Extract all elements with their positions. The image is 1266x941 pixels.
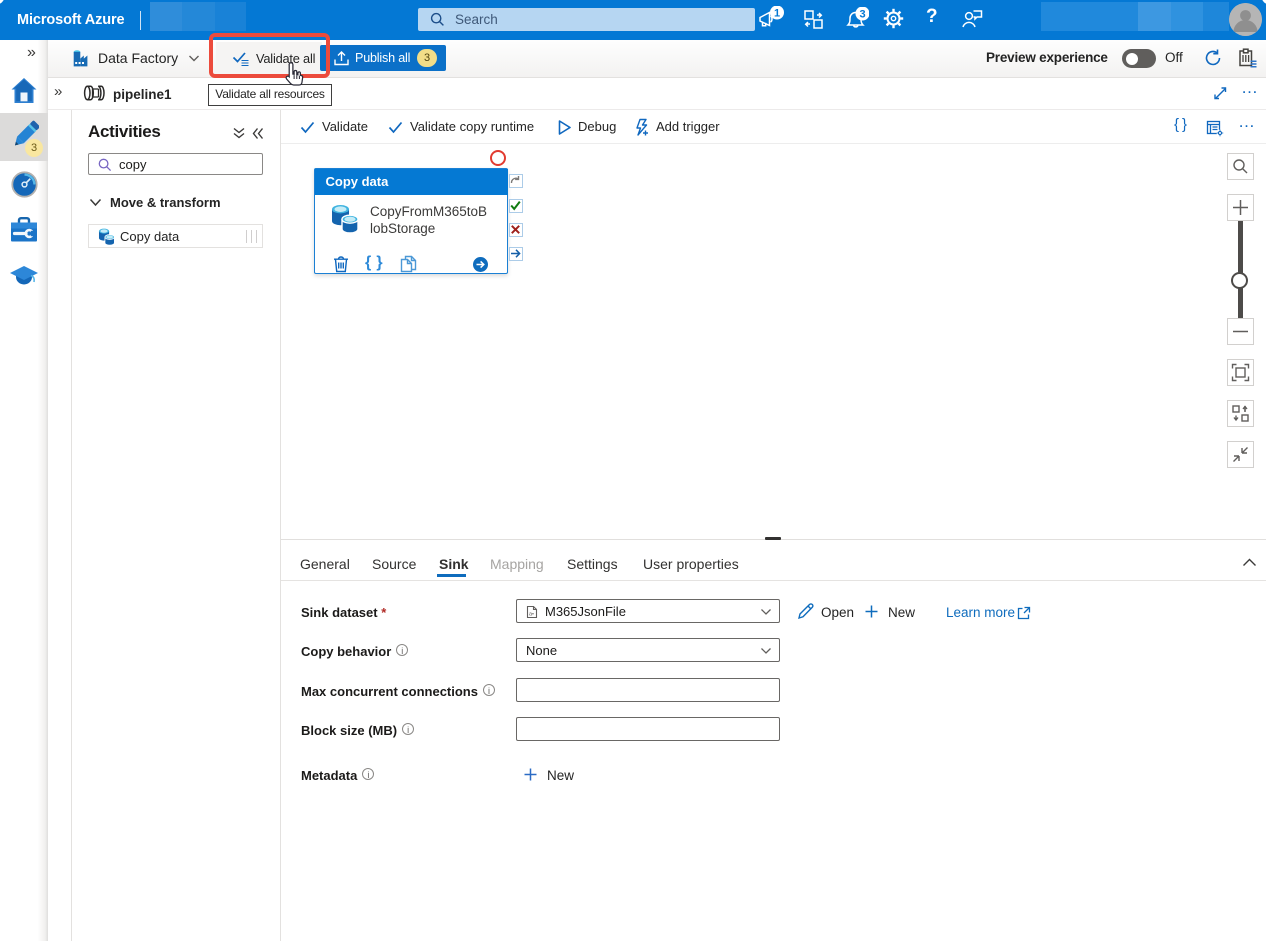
- svg-text:3: 3: [859, 8, 865, 20]
- svg-text:a•: a•: [529, 612, 534, 618]
- svg-text:1: 1: [774, 7, 780, 19]
